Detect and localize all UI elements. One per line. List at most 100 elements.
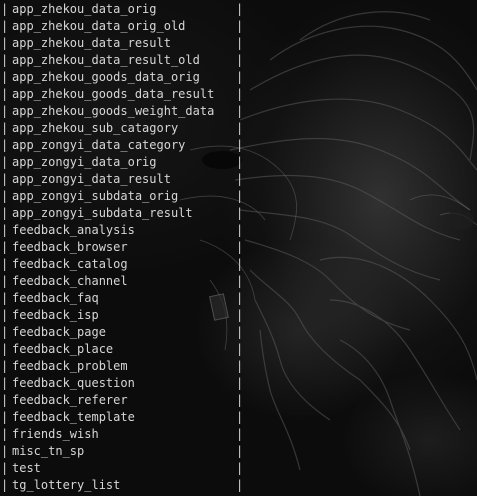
column-separator: | [236, 138, 244, 152]
column-separator: | [236, 172, 244, 186]
table-name: feedback_page [12, 325, 106, 339]
column-separator: | [1, 240, 9, 254]
table-name: feedback_template [12, 410, 135, 424]
column-separator: | [236, 19, 244, 33]
table-row: | feedback_page | [0, 324, 477, 341]
column-separator: | [1, 36, 9, 50]
column-separator: | [1, 291, 9, 305]
column-separator: | [1, 206, 9, 220]
table-name: app_zhekou_data_result [12, 36, 171, 50]
column-separator: | [236, 70, 244, 84]
table-name: feedback_place [12, 342, 114, 356]
table-row: | feedback_browser | [0, 239, 477, 256]
column-separator: | [236, 308, 244, 322]
column-separator: | [1, 274, 9, 288]
column-separator: | [236, 393, 244, 407]
column-separator: | [1, 308, 9, 322]
table-row: | app_zhekou_goods_data_orig | [0, 69, 477, 86]
column-separator: | [236, 257, 244, 271]
table-name: feedback_browser [12, 240, 128, 254]
table-name: app_zongyi_data_orig [12, 155, 157, 169]
column-separator: | [236, 478, 244, 492]
table-name: misc_tn_sp [12, 444, 85, 458]
column-separator: | [236, 376, 244, 390]
column-separator: | [236, 359, 244, 373]
table-row: | app_zongyi_data_category | [0, 137, 477, 154]
table-name: app_zhekou_data_result_old [12, 53, 200, 67]
table-row: | feedback_analysis | [0, 222, 477, 239]
table-name: test [12, 461, 41, 475]
table-name: app_zhekou_goods_data_orig [12, 70, 200, 84]
column-separator: | [236, 410, 244, 424]
table-row: | test | [0, 460, 477, 477]
column-separator: | [1, 359, 9, 373]
table-row: | misc_tn_sp | [0, 443, 477, 460]
table-row: | app_zongyi_data_result | [0, 171, 477, 188]
column-separator: | [1, 478, 9, 492]
column-separator: | [236, 291, 244, 305]
table-name: feedback_isp [12, 308, 99, 322]
column-separator: | [236, 2, 244, 16]
column-separator: | [1, 427, 9, 441]
column-separator: | [236, 121, 244, 135]
table-row: | app_zhekou_data_result_old | [0, 52, 477, 69]
column-separator: | [1, 189, 9, 203]
column-separator: | [1, 461, 9, 475]
table-name: feedback_channel [12, 274, 128, 288]
column-separator: | [1, 342, 9, 356]
table-row: | feedback_place | [0, 341, 477, 358]
table-name: app_zongyi_subdata_orig [12, 189, 179, 203]
column-separator: | [236, 325, 244, 339]
table-row: | tg_lottery_list | [0, 477, 477, 494]
table-row: | app_zhekou_data_orig_old | [0, 18, 477, 35]
table-name: feedback_question [12, 376, 135, 390]
column-separator: | [1, 223, 9, 237]
column-separator: | [1, 138, 9, 152]
table-row: | feedback_faq | [0, 290, 477, 307]
table-row: | app_zhekou_data_result | [0, 35, 477, 52]
table-row: | feedback_question | [0, 375, 477, 392]
column-separator: | [1, 53, 9, 67]
table-row: | app_zhekou_goods_weight_data | [0, 103, 477, 120]
table-row: | feedback_referer | [0, 392, 477, 409]
table-row: | app_zhekou_data_orig | [0, 1, 477, 18]
column-separator: | [1, 121, 9, 135]
table-row: | app_zhekou_goods_data_result | [0, 86, 477, 103]
column-separator: | [236, 240, 244, 254]
table-name: app_zhekou_data_orig_old [12, 19, 186, 33]
column-separator: | [236, 427, 244, 441]
column-separator: | [236, 461, 244, 475]
column-separator: | [1, 19, 9, 33]
column-separator: | [236, 87, 244, 101]
column-separator: | [236, 53, 244, 67]
table-name: app_zhekou_data_orig [12, 2, 157, 16]
table-row: | app_zhekou_sub_catagory | [0, 120, 477, 137]
table-name: app_zongyi_data_result [12, 172, 171, 186]
column-separator: | [1, 87, 9, 101]
column-separator: | [236, 36, 244, 50]
table-row: | app_zongyi_subdata_result | [0, 205, 477, 222]
table-name: feedback_faq [12, 291, 99, 305]
table-row: | app_zongyi_subdata_orig | [0, 188, 477, 205]
table-list: | app_zhekou_data_orig | | app_zhekou_data_… [0, 1, 477, 494]
table-name: feedback_catalog [12, 257, 128, 271]
column-separator: | [1, 325, 9, 339]
table-name: feedback_referer [12, 393, 128, 407]
column-separator: | [1, 257, 9, 271]
column-separator: | [1, 172, 9, 186]
column-separator: | [1, 410, 9, 424]
table-name: app_zhekou_goods_weight_data [12, 104, 215, 118]
table-name: app_zhekou_goods_data_result [12, 87, 215, 101]
column-separator: | [1, 104, 9, 118]
column-separator: | [236, 274, 244, 288]
column-separator: | [236, 189, 244, 203]
table-name: app_zhekou_sub_catagory [12, 121, 179, 135]
column-separator: | [236, 223, 244, 237]
terminal-window[interactable]: | app_zhekou_data_orig | | app_zhekou_data_… [0, 0, 477, 496]
column-separator: | [1, 376, 9, 390]
table-row: | feedback_problem | [0, 358, 477, 375]
column-separator: | [236, 206, 244, 220]
column-separator: | [1, 393, 9, 407]
table-row: | friends_wish | [0, 426, 477, 443]
column-separator: | [236, 155, 244, 169]
